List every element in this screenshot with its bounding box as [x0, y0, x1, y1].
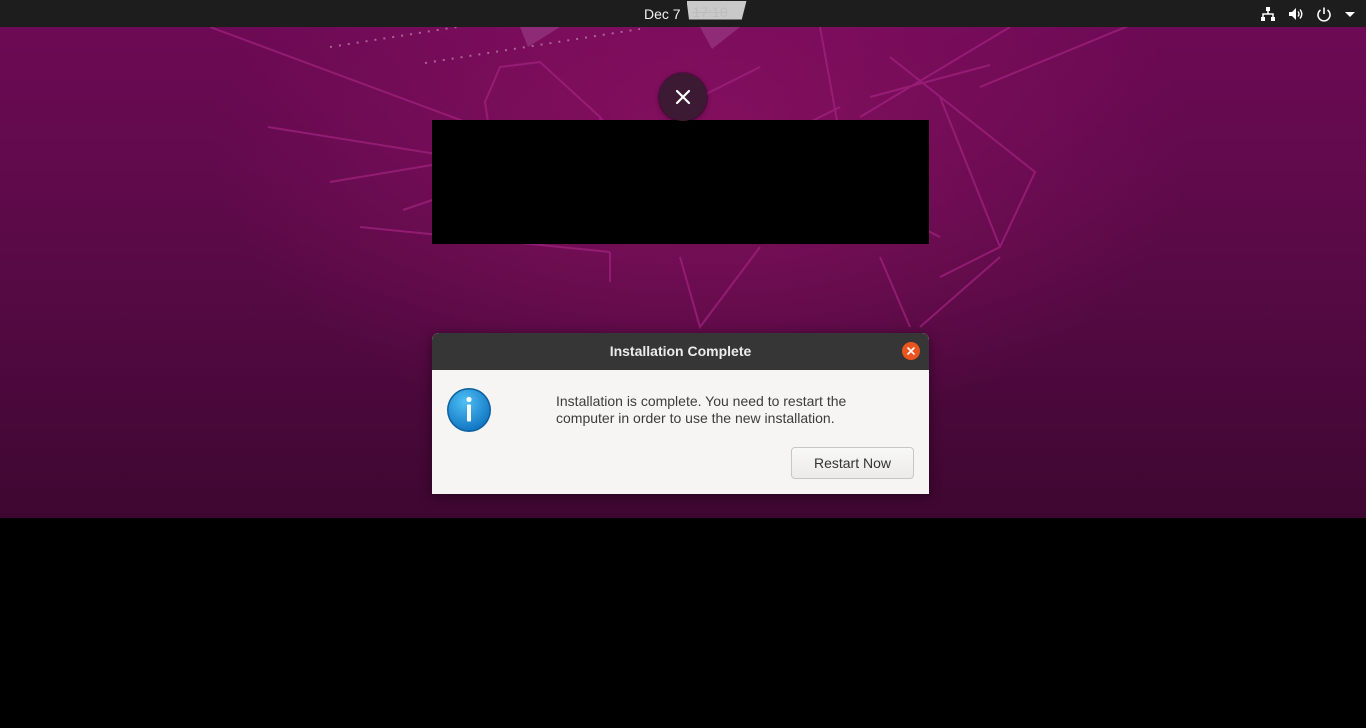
volume-icon[interactable] [1288, 6, 1304, 22]
overlay-close-button[interactable] [659, 73, 707, 121]
chevron-down-icon[interactable] [1344, 6, 1356, 22]
clock-date: Dec 7 [644, 5, 681, 22]
clock[interactable]: Dec 7 17:10 [644, 0, 754, 27]
screen: Dec 7 17:10 Installation Complete Instal… [0, 0, 1366, 728]
clock-time: 17:10 [692, 3, 728, 20]
system-tray[interactable] [1260, 0, 1356, 27]
dialog-body: Installation is complete. You need to re… [432, 370, 929, 494]
restart-now-button[interactable]: Restart Now [791, 447, 914, 479]
clock-time-wrap: 17:10 [689, 1, 754, 21]
info-icon [447, 388, 491, 432]
dialog-title: Installation Complete [609, 343, 752, 359]
dialog-close-button[interactable] [902, 342, 920, 360]
close-icon [907, 347, 915, 355]
close-icon [675, 89, 691, 105]
power-icon[interactable] [1316, 6, 1332, 22]
installation-complete-dialog: Installation Complete Installation is co… [432, 333, 929, 494]
dialog-titlebar[interactable]: Installation Complete [432, 333, 929, 370]
network-icon[interactable] [1260, 6, 1276, 22]
top-panel: Dec 7 17:10 [0, 0, 1366, 27]
dialog-message: Installation is complete. You need to re… [556, 393, 847, 426]
window-preview-redacted [432, 120, 929, 244]
